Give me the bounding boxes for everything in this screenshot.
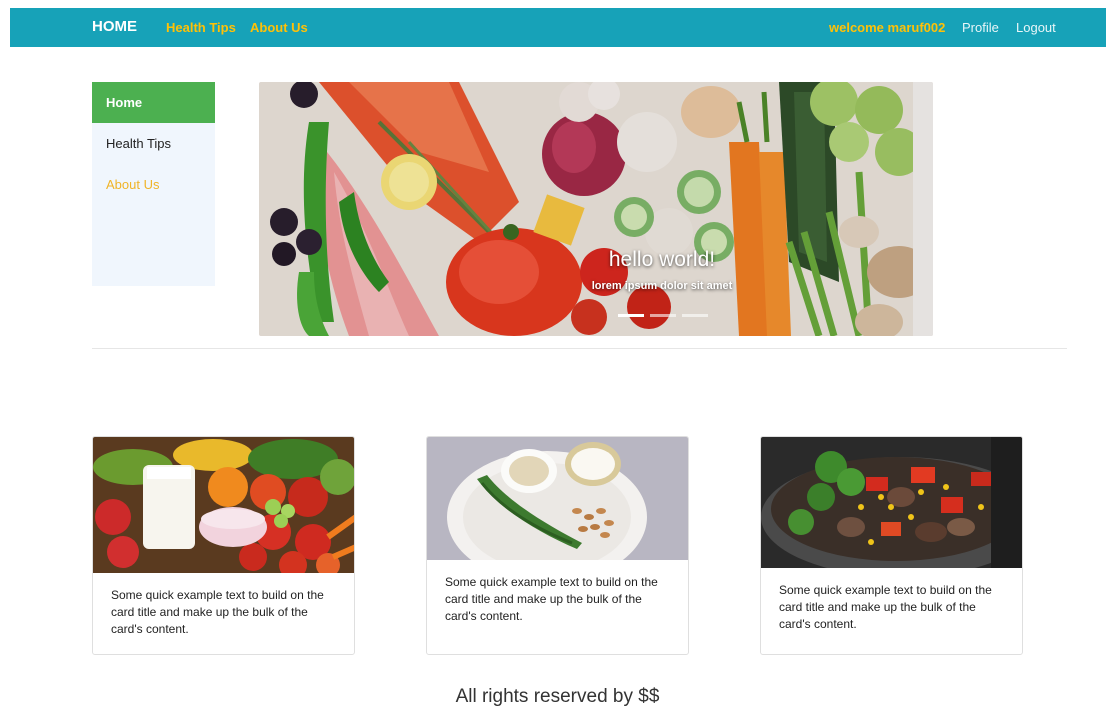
sidebar-item-about-us[interactable]: About Us [92,164,215,205]
carousel-caption-title: hello world! [608,248,716,271]
card-vegetables: Some quick example text to build on the … [760,436,1023,655]
profile-link[interactable]: Profile [962,20,999,35]
sidebar-item-health-tips[interactable]: Health Tips [92,123,215,164]
top-navbar: HOME Health Tips About Us welcome maruf0… [10,8,1106,47]
card-text: Some quick example text to build on the … [111,588,324,636]
fruits-milk-yogurt-image [93,437,354,573]
home-brand-link[interactable]: HOME [92,18,137,35]
carousel-indicators [618,314,708,317]
carousel-indicator-1[interactable] [618,314,644,317]
image-carousel[interactable]: hello world! lorem ipsum dolor sit amet [259,82,933,336]
nav-link-health-tips[interactable]: Health Tips [166,20,236,35]
carousel-indicator-2[interactable] [650,314,676,317]
carousel-indicator-3[interactable] [682,314,708,317]
roasted-vegetables-pan-image [761,437,1022,568]
logout-link[interactable]: Logout [1016,20,1056,35]
sidebar: Home Health Tips About Us [92,82,215,286]
plate-grains-milk-almonds-image [427,437,688,560]
welcome-text: welcome maruf002 [829,20,946,35]
section-divider [92,348,1067,349]
card-fruits: Some quick example text to build on the … [92,436,355,655]
card-text: Some quick example text to build on the … [445,575,658,623]
vegetables-fish-slide-image [259,82,933,336]
carousel-caption-text: lorem ipsum dolor sit amet [591,280,733,292]
footer-text: All rights reserved by $$ [455,686,660,707]
nav-link-about-us[interactable]: About Us [250,20,308,35]
sidebar-item-home[interactable]: Home [92,82,215,123]
card-plate: Some quick example text to build on the … [426,436,689,655]
page: HOME Health Tips About Us welcome maruf0… [0,0,1115,711]
card-text: Some quick example text to build on the … [779,583,992,631]
